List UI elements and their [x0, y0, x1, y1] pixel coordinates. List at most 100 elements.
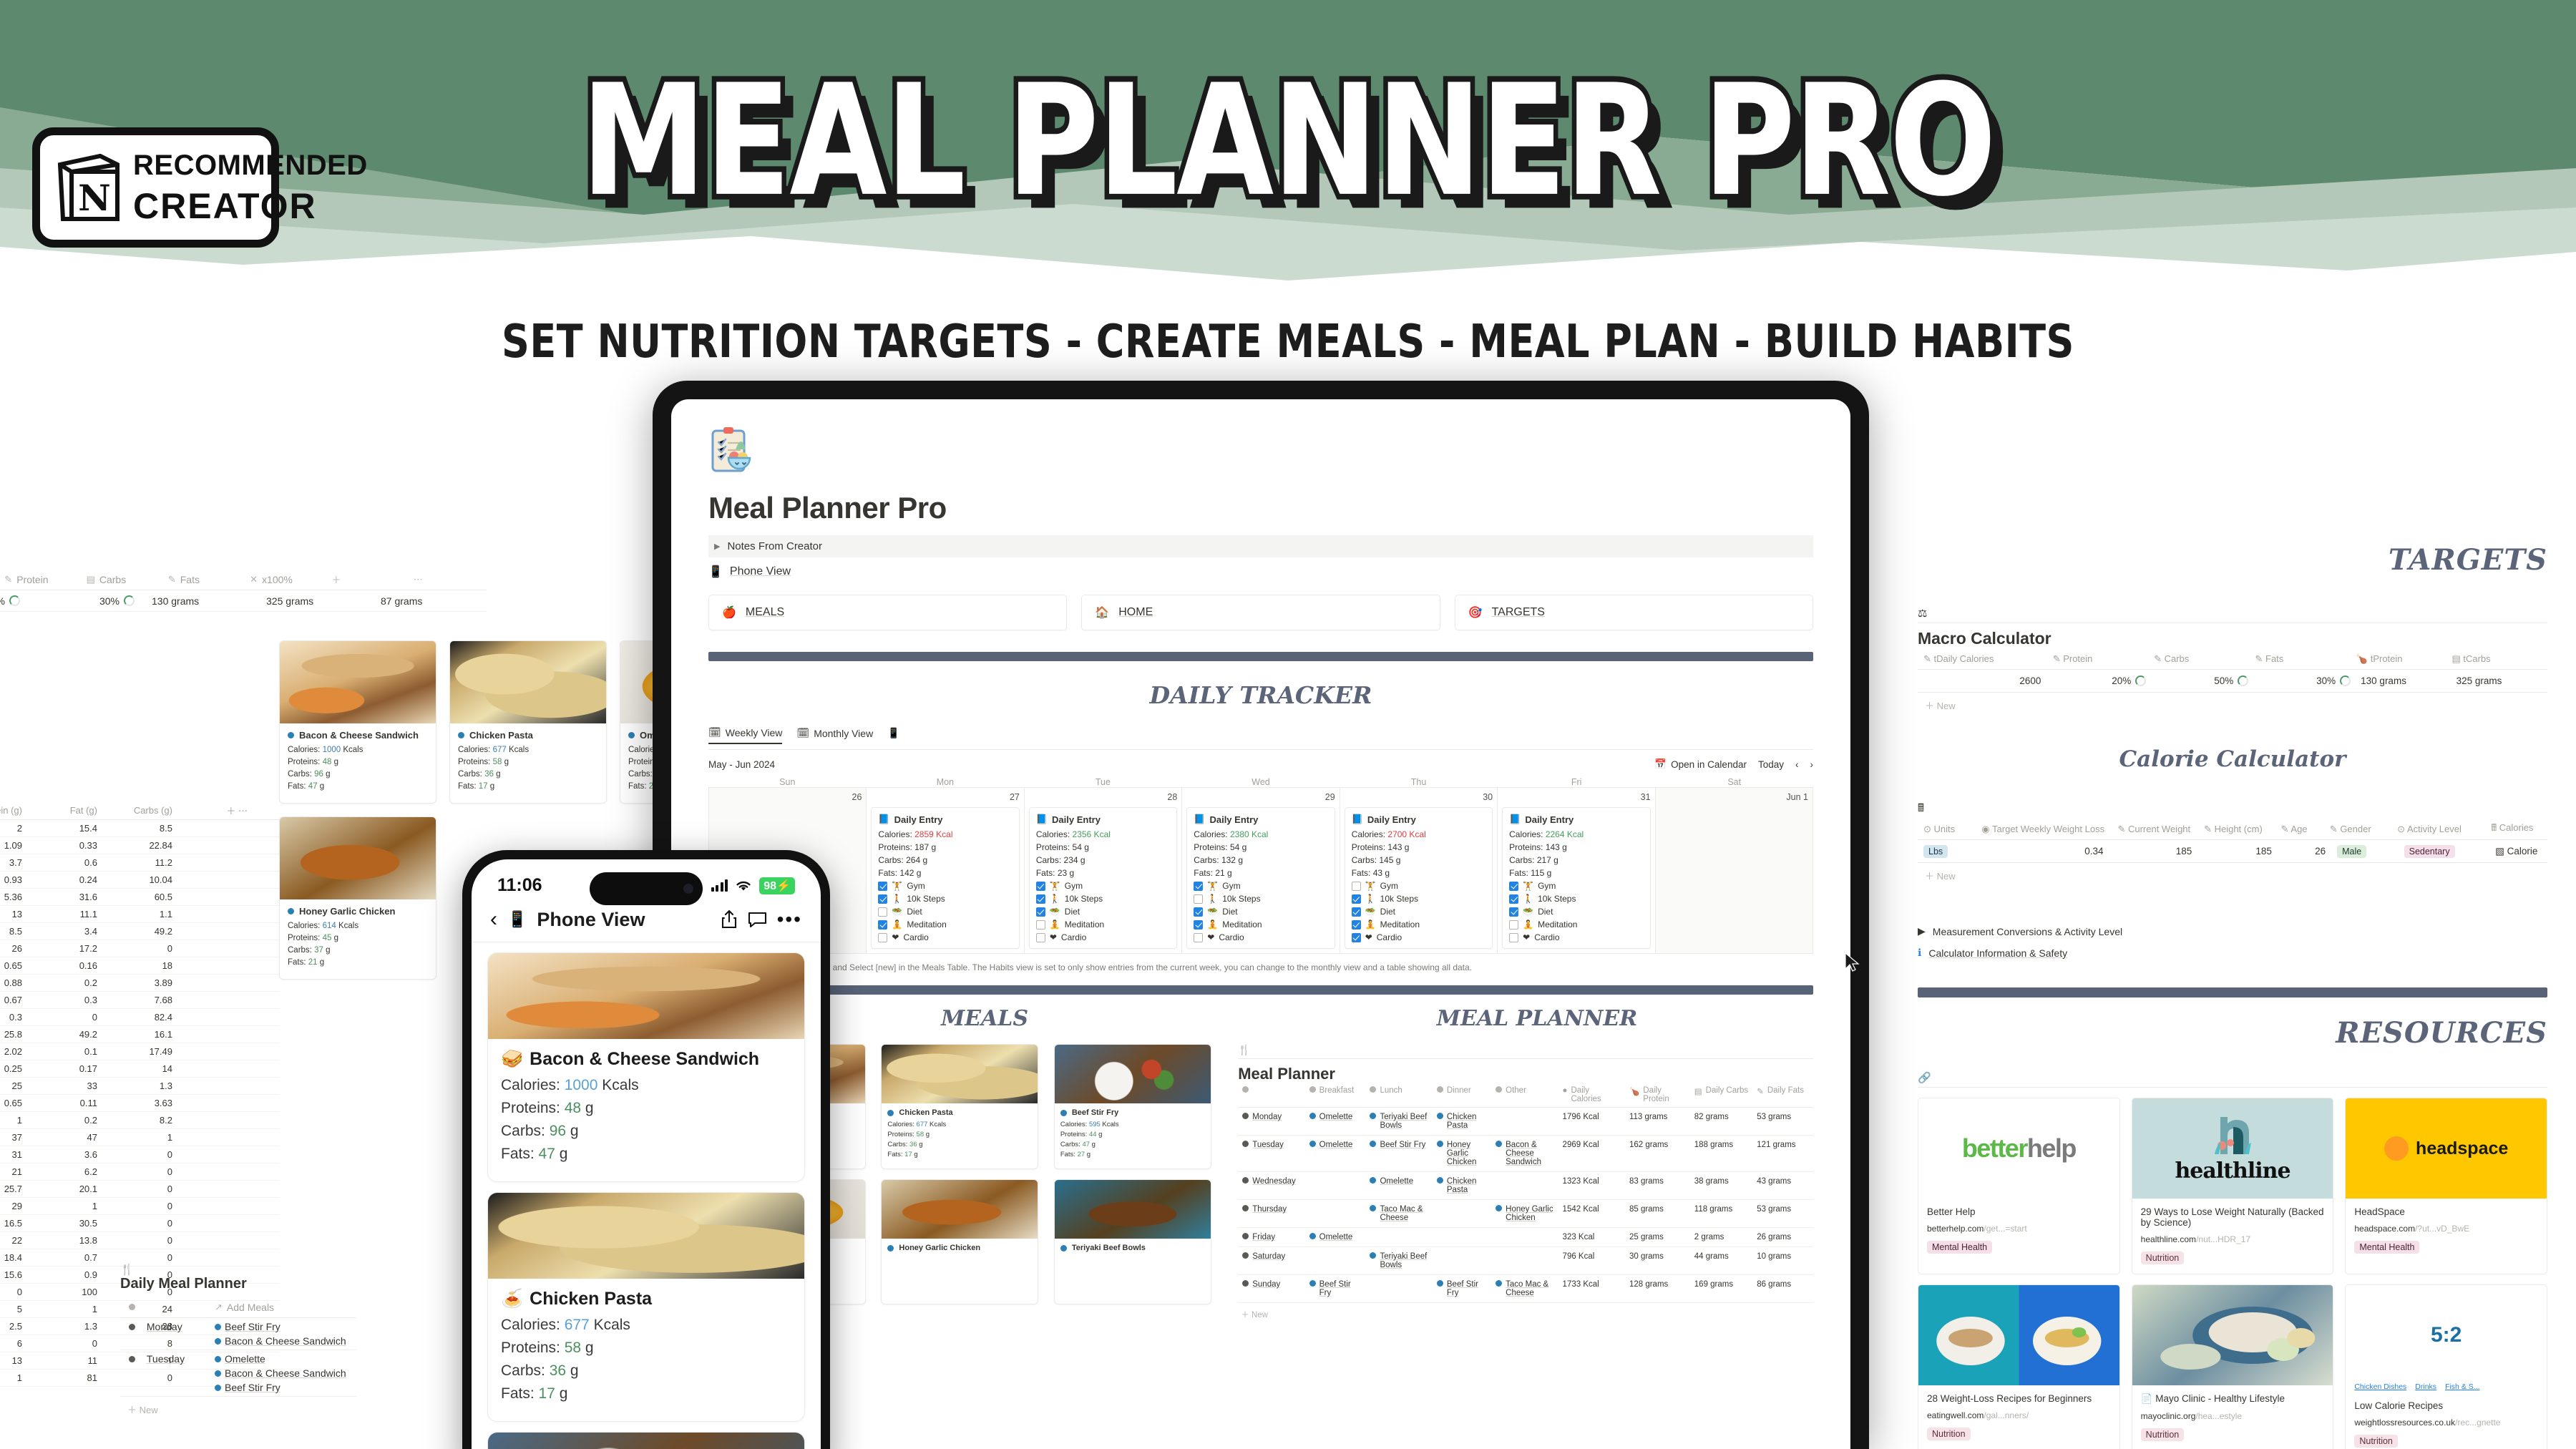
daily-entry-card[interactable]: 📘 Daily Entry Calories: 2356 Kcal Protein…	[1028, 807, 1178, 949]
meal-card[interactable]: Beef Stir Fry Calories: 595 Kcals Protei…	[1053, 1044, 1211, 1169]
meal-card[interactable]: Honey Garlic Chicken Calories: 614 Kcals…	[279, 816, 436, 980]
meal-card[interactable]: Bacon & Cheese Sandwich Calories: 1000 K…	[279, 640, 436, 804]
calendar-cell[interactable]: 28 📘 Daily Entry Calories: 2356 Kcal Prot…	[1024, 788, 1183, 954]
daily-entry-card[interactable]: 📘 Daily Entry Calories: 2264 Kcal Protein…	[1502, 807, 1651, 949]
meal-planner-new-button[interactable]: ＋ New	[1238, 1303, 1813, 1326]
tab-phone-view-icon[interactable]: 📱	[887, 727, 899, 743]
meal-card[interactable]: Chicken Pasta Calories: 677 Kcals Protei…	[449, 640, 607, 804]
nav-button-home[interactable]: 🏠 HOME	[1081, 595, 1440, 630]
resource-card[interactable]: headspace HeadSpace headspace.com/?ut...…	[2345, 1098, 2548, 1274]
link-calculator-information[interactable]: ℹ Calculator Information & Safety	[1918, 947, 2547, 959]
habit-meditation[interactable]: 🧘 Meditation	[1194, 919, 1327, 930]
meal-card[interactable]: Teriyaki Beef Bowls	[1053, 1179, 1211, 1304]
habit-cardio[interactable]: ❤ Cardio	[1351, 932, 1485, 942]
tab-weekly-view[interactable]: 🗓 Weekly View	[708, 726, 783, 744]
habit-10k-steps[interactable]: 🚶 10k Steps	[1035, 894, 1170, 904]
meal-card[interactable]: Honey Garlic Chicken	[881, 1179, 1039, 1304]
habit-10k-steps[interactable]: 🚶 10k Steps	[878, 894, 1012, 904]
resource-card[interactable]: 28 Weight-Loss Recipes for Beginners eat…	[1918, 1284, 2120, 1449]
val-protein-pct: 20%	[2049, 675, 2152, 686]
table-row[interactable]: Monday Omelette Teriyaki Beef Bowls Chic…	[1238, 1108, 1813, 1136]
resource-card[interactable]: healthline 29 Ways to Lose Weight Natura…	[2131, 1098, 2334, 1274]
calendar-cell[interactable]: 29 📘 Daily Entry Calories: 2380 Kcal Prot…	[1182, 788, 1340, 954]
prev-week-button[interactable]: ‹	[1795, 759, 1799, 770]
meal-carbs: Carbs: 96 g	[288, 770, 331, 779]
habit-meditation[interactable]: 🧘 Meditation	[1035, 919, 1170, 930]
headspace-logo-icon: headspace	[2346, 1098, 2547, 1199]
daily-entry-card[interactable]: 📘 Daily Entry Calories: 2859 Kcal Protein…	[871, 807, 1020, 949]
phone-meal-card[interactable]: 🍛Beef Stir Fry Calories: 595 Kcals Prote…	[487, 1432, 805, 1449]
phone-view-link[interactable]: 📱 Phone View	[708, 565, 1813, 579]
entry-carbs: Carbs: 145 g	[1351, 855, 1401, 865]
table-row[interactable]: Wednesday Omelette Chicken Pasta 1323 Kc…	[1238, 1172, 1813, 1200]
habit-diet[interactable]: 🥗 Diet	[1509, 907, 1643, 917]
badge-52: 5:2	[2431, 1323, 2462, 1347]
habit-diet[interactable]: 🥗 Diet	[1035, 907, 1170, 917]
dmp-new-button[interactable]: ＋ New	[120, 1397, 356, 1422]
table-row[interactable]: Sunday Beef Stir Fry Beef Stir Fry Taco …	[1238, 1275, 1813, 1303]
habit-meditation[interactable]: 🧘 Meditation	[878, 919, 1012, 930]
cellular-signal-icon	[711, 879, 728, 892]
resources-heading: RESOURCES	[2336, 1016, 2547, 1050]
col-add-icon[interactable]: ＋	[323, 572, 404, 586]
habit-diet[interactable]: 🥗 Diet	[1194, 907, 1327, 917]
habit-cardio[interactable]: ❤ Cardio	[1509, 932, 1643, 942]
resource-sub-links[interactable]: Chicken Dishes Drinks Fish & S...	[2346, 1382, 2547, 1392]
resource-card[interactable]: 📄 Mayo Clinic - Healthy Lifestyle mayocl…	[2131, 1284, 2334, 1449]
toggle-measurement-conversions[interactable]: ▶ Measurement Conversions & Activity Lev…	[1918, 925, 2547, 937]
entry-carbs: Carbs: 132 g	[1194, 855, 1243, 865]
habit-gym[interactable]: 🏋 Gym	[1509, 881, 1643, 891]
daily-entry-card[interactable]: 📘 Daily Entry Calories: 2700 Kcal Protein…	[1344, 807, 1493, 949]
habit-gym[interactable]: 🏋 Gym	[1194, 881, 1327, 891]
calendar-cell[interactable]: 27 📘 Daily Entry Calories: 2859 Kcal Prot…	[867, 788, 1025, 954]
today-button[interactable]: Today	[1758, 759, 1784, 770]
table-row[interactable]: Thursday Taco Mac & Cheese Honey Garlic …	[1238, 1200, 1813, 1228]
col-more-icon[interactable]: ⋯	[405, 574, 487, 585]
table-row[interactable]: Saturday Teriyaki Beef Bowls 796 Kcal 30…	[1238, 1247, 1813, 1275]
calendar-cell[interactable]: Jun 1	[1655, 788, 1813, 954]
habit-gym[interactable]: 🏋 Gym	[1035, 881, 1170, 891]
habit-diet[interactable]: 🥗 Diet	[878, 907, 1012, 917]
habit-cardio[interactable]: ❤ Cardio	[878, 932, 1012, 942]
resource-card[interactable]: betterhelp Better Help betterhelp.com/ge…	[1918, 1098, 2120, 1274]
habit-gym[interactable]: 🏋 Gym	[1351, 881, 1485, 891]
meal-card[interactable]: Chicken Pasta Calories: 677 Kcals Protei…	[881, 1044, 1039, 1169]
cell-daily-calories: 323 Kcal	[1562, 1233, 1595, 1241]
nav-button-targets[interactable]: 🎯 TARGETS	[1454, 595, 1813, 630]
table-row[interactable]: Friday Omelette 323 Kcal 25 grams 2 gram…	[1238, 1228, 1813, 1247]
healthline-logo-icon: healthline	[2132, 1098, 2333, 1199]
back-chevron-icon[interactable]: ‹	[490, 907, 497, 932]
page-icon: 📘	[1035, 814, 1048, 824]
val-fats-2: 325 grams	[266, 595, 314, 607]
calorie-new-button[interactable]: ＋ New	[1918, 863, 2547, 888]
phone-meal-card[interactable]: 🍝 Chicken Pasta Calories: 677 Kcals Prote…	[487, 1192, 805, 1422]
col-actions[interactable]: ＋ ⋯	[182, 804, 258, 817]
macro-calculator-row[interactable]: 2600 20% 50% 30% 130 grams 325 grams	[1918, 670, 2547, 693]
habit-meditation[interactable]: 🧘 Meditation	[1351, 919, 1485, 930]
nav-button-meals[interactable]: 🍎 MEALS	[708, 595, 1068, 630]
resources-row-2: 28 Weight-Loss Recipes for Beginners eat…	[1918, 1284, 2548, 1449]
more-options-icon[interactable]: •••	[777, 909, 802, 929]
resource-card[interactable]: 5:2 Chicken Dishes Drinks Fish & S... Low …	[2345, 1284, 2548, 1449]
macro-new-button[interactable]: ＋ New	[1918, 693, 2547, 718]
next-week-button[interactable]: ›	[1810, 759, 1814, 770]
habit-gym[interactable]: 🏋 Gym	[878, 881, 1012, 891]
habit-meditation[interactable]: 🧘 Meditation	[1509, 919, 1643, 930]
habit-10k-steps[interactable]: 🚶 10k Steps	[1351, 894, 1485, 904]
val-x100: 87 grams	[381, 595, 423, 607]
calendar-cell[interactable]: 31 📘 Daily Entry Calories: 2264 Kcal Prot…	[1498, 788, 1656, 954]
calendar-cell[interactable]: 30 📘 Daily Entry Calories: 2700 Kcal Prot…	[1340, 788, 1498, 954]
habit-cardio[interactable]: ❤ Cardio	[1194, 932, 1327, 942]
tab-monthly-view[interactable]: 🗓 Monthly View	[796, 727, 873, 743]
habit-cardio[interactable]: ❤ Cardio	[1035, 932, 1170, 942]
table-row: 0.93 0.24 10.04	[0, 872, 279, 889]
daily-entry-card[interactable]: 📘 Daily Entry Calories: 2380 Kcal Protein…	[1186, 807, 1335, 949]
open-in-calendar-button[interactable]: 📅 Open in Calendar	[1654, 758, 1747, 770]
calorie-calculator-row[interactable]: Lbs 0.34 185 185 26 Male Sedentary ▧ Cal…	[1918, 840, 2547, 863]
notes-from-creator-toggle[interactable]: ▶ Notes From Creator	[708, 535, 1813, 557]
phone-meal-card[interactable]: 🥪 Bacon & Cheese Sandwich Calories: 1000 …	[487, 952, 805, 1182]
habit-10k-steps[interactable]: 🚶 10k Steps	[1194, 894, 1327, 904]
habit-10k-steps[interactable]: 🚶 10k Steps	[1509, 894, 1643, 904]
habit-diet[interactable]: 🥗 Diet	[1351, 907, 1485, 917]
table-row[interactable]: Tuesday Omelette Beef Stir Fry Honey Gar…	[1238, 1136, 1813, 1172]
